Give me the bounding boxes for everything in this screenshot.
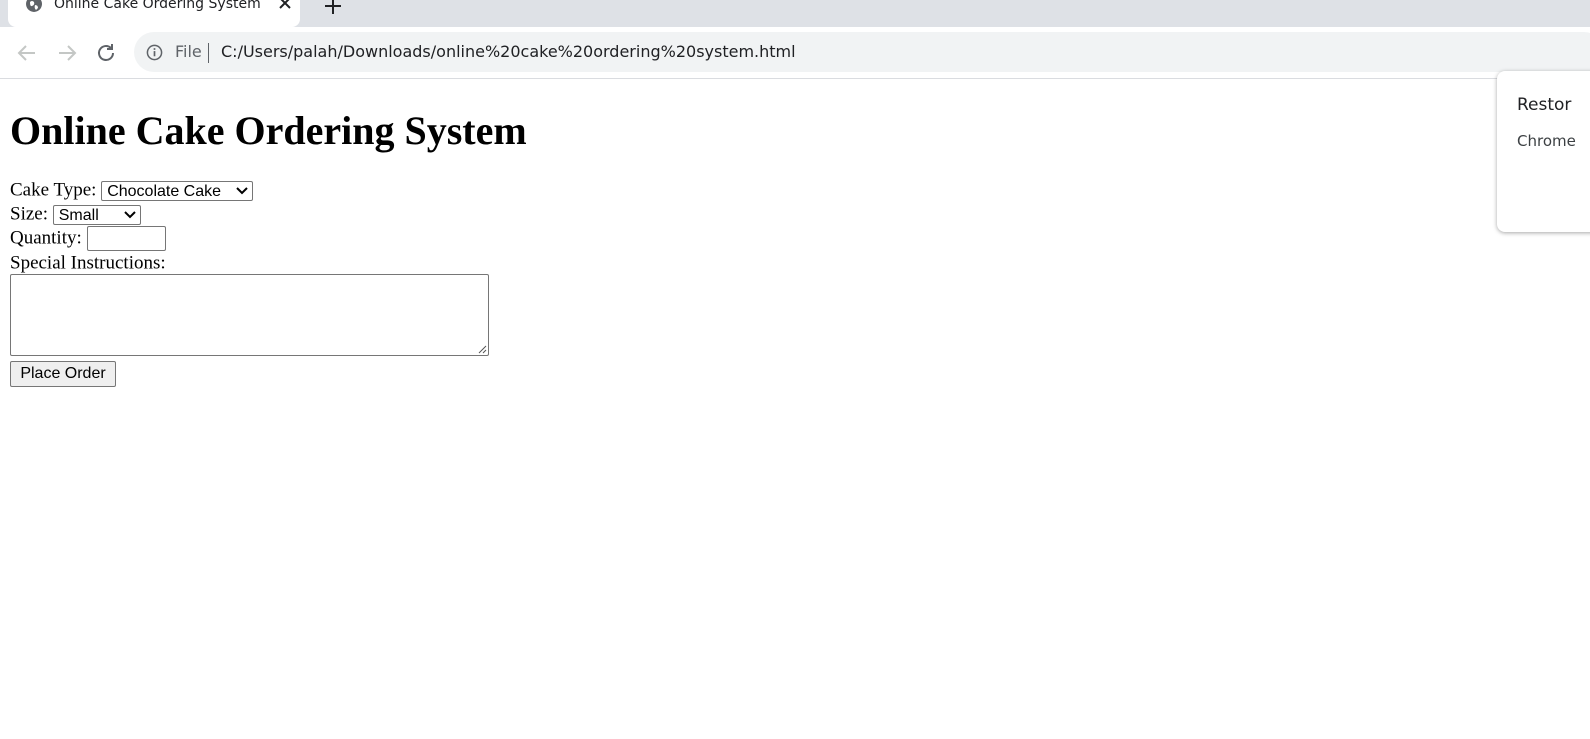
special-instructions-textarea[interactable] xyxy=(10,274,489,356)
close-icon[interactable] xyxy=(277,0,293,11)
url-scheme-label: File xyxy=(175,42,202,61)
quantity-label: Quantity: xyxy=(10,227,82,249)
instructions-row: Special Instructions: xyxy=(10,252,166,275)
tab-strip: Online Cake Ordering System xyxy=(0,0,1590,27)
size-select[interactable]: Small xyxy=(52,204,141,225)
resize-grip-icon[interactable] xyxy=(477,344,487,354)
restore-popup-title: Restor xyxy=(1517,95,1572,115)
instructions-label: Special Instructions: xyxy=(10,252,166,274)
address-bar[interactable]: File C:/Users/palah/Downloads/online%20c… xyxy=(134,32,1590,72)
cake-type-value: Chocolate Cake xyxy=(107,182,222,200)
size-row: Size: Small xyxy=(10,203,141,226)
quantity-row: Quantity: xyxy=(10,226,166,251)
size-value: Small xyxy=(58,206,99,224)
cake-type-row: Cake Type: Chocolate Cake xyxy=(10,179,254,202)
globe-icon xyxy=(26,0,42,12)
new-tab-plus-icon[interactable] xyxy=(322,0,344,17)
page-title: Online Cake Ordering System xyxy=(10,108,527,153)
chevron-down-icon xyxy=(236,186,248,195)
forward-arrow-icon[interactable] xyxy=(55,41,79,65)
tab-title: Online Cake Ordering System xyxy=(54,0,261,12)
restore-popup-body: Chrome xyxy=(1517,132,1576,150)
cake-type-select[interactable]: Chocolate Cake xyxy=(101,180,254,201)
size-label: Size: xyxy=(10,203,48,225)
reload-icon[interactable] xyxy=(94,41,118,65)
place-order-button[interactable]: Place Order xyxy=(10,361,116,387)
back-arrow-icon[interactable] xyxy=(15,41,39,65)
info-icon[interactable] xyxy=(146,44,163,61)
quantity-input[interactable] xyxy=(86,226,166,251)
chevron-down-icon xyxy=(124,210,136,219)
scheme-separator xyxy=(208,43,209,63)
restore-pages-popup: Restor Chrome xyxy=(1497,71,1590,232)
cake-type-label: Cake Type: xyxy=(10,179,97,201)
url-text[interactable]: C:/Users/palah/Downloads/online%20cake%2… xyxy=(221,42,796,61)
browser-toolbar: File C:/Users/palah/Downloads/online%20c… xyxy=(0,27,1590,79)
browser-tab[interactable]: Online Cake Ordering System xyxy=(8,0,300,27)
